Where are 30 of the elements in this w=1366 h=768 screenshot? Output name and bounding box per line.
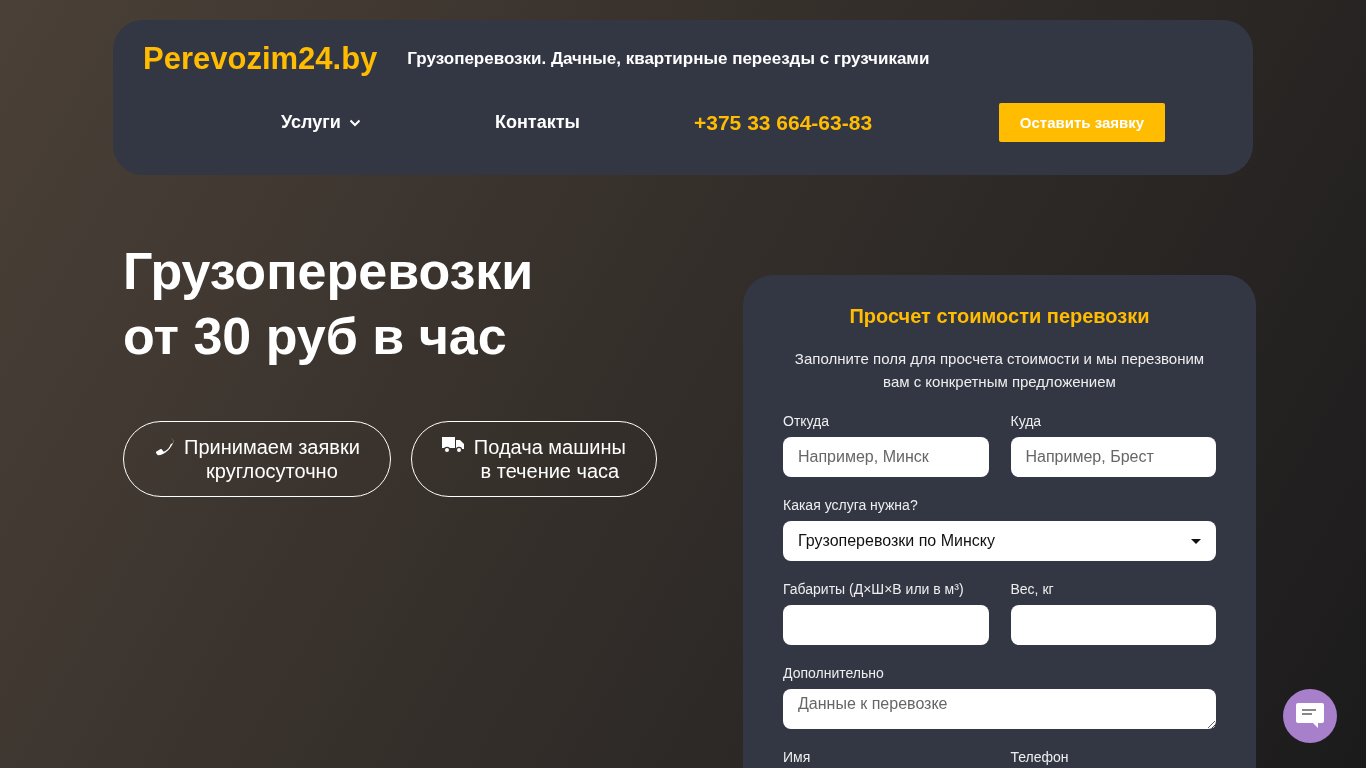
- field-label: Куда: [1010, 413, 1043, 429]
- field-label: Вес, кг: [1010, 581, 1055, 597]
- input-field[interactable]: [1010, 605, 1216, 645]
- site-logo[interactable]: Perevozim24.by: [143, 41, 378, 77]
- services-menu-link[interactable]: Услуги: [281, 112, 361, 133]
- input-field[interactable]: Например, Брест: [1010, 437, 1216, 477]
- chevron-down-icon: [348, 118, 361, 127]
- field-label: Имя: [783, 749, 812, 765]
- contacts-link[interactable]: Контакты: [495, 112, 580, 133]
- feature-text: Принимаем заявки круглосуточно: [184, 435, 360, 483]
- hero-title: Грузоперевозки от 30 руб в час: [123, 241, 535, 367]
- chat-button[interactable]: [1283, 689, 1337, 743]
- field-label: Телефон: [1010, 749, 1070, 765]
- caret-icon: [1191, 538, 1201, 544]
- field-label: Откуда: [783, 413, 831, 429]
- site-tagline: Грузоперевозки. Дачные, квартирные переезды с грузчиками: [407, 49, 930, 69]
- input-field[interactable]: [783, 605, 989, 645]
- feature-text: Подача машины в течение часа: [473, 435, 626, 483]
- form-title: Просчет стоимости перевозки: [848, 304, 1151, 329]
- select-field[interactable]: Грузоперевозки по Минску: [783, 521, 1216, 561]
- form-intro: Заполните поля для просчета стоимости и мы перезвоним вам с конкретным предложением: [793, 349, 1206, 392]
- textarea-field[interactable]: Данные к перевозке: [783, 689, 1216, 729]
- phone-icon: [154, 436, 174, 456]
- phone-link[interactable]: +375 33 664-63-83: [694, 110, 873, 135]
- field-label: Какая услуга нужна?: [783, 497, 919, 513]
- field-label: Габариты (Д×Ш×В или в м³): [783, 581, 965, 597]
- chat-bubble-icon: [1296, 703, 1324, 729]
- input-field[interactable]: Например, Минск: [783, 437, 989, 477]
- truck-icon: [441, 436, 464, 454]
- field-label: Дополнительно: [783, 665, 885, 681]
